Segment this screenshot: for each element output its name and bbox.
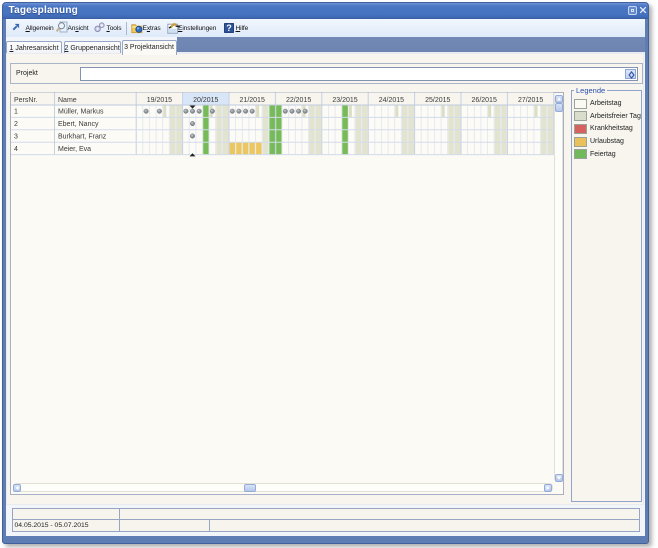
svg-text:?: ? [226, 23, 232, 33]
